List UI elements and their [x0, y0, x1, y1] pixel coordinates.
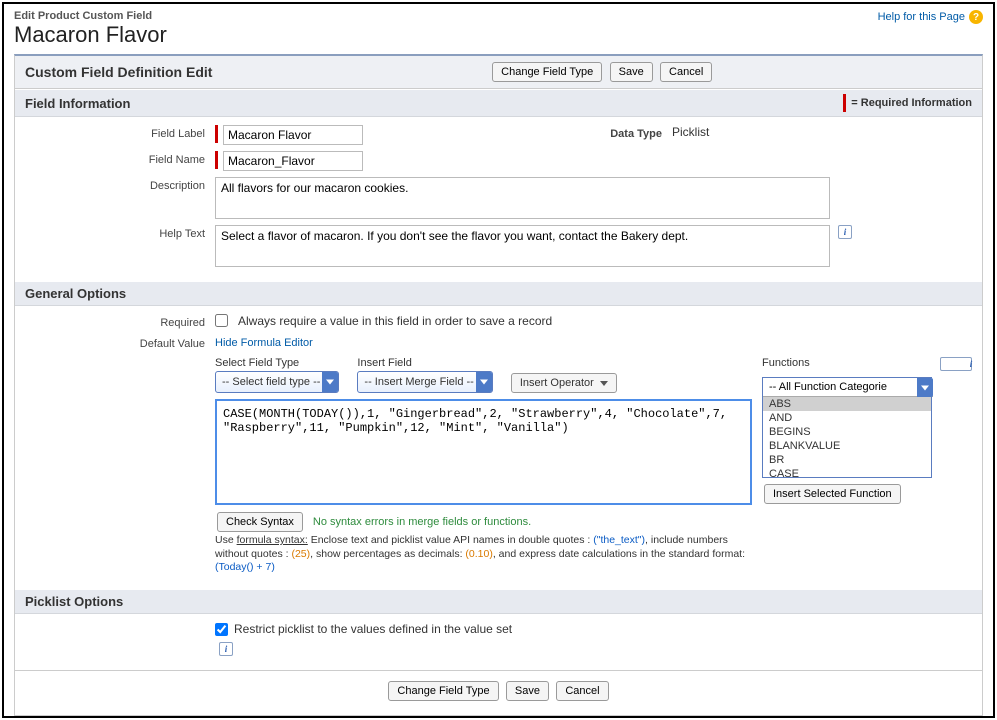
help-link-text: Help for this Page	[878, 11, 965, 23]
label-default-value: Default Value	[25, 335, 215, 350]
field-label-input[interactable]	[223, 125, 363, 145]
insert-operator-button[interactable]: Insert Operator	[511, 373, 617, 393]
save-button[interactable]: Save	[506, 681, 549, 701]
save-button[interactable]: Save	[610, 62, 653, 82]
section-general-options: General Options	[25, 286, 126, 301]
functions-list[interactable]: ABS AND BEGINS BLANKVALUE BR CASE	[763, 397, 931, 477]
formula-textarea[interactable]: CASE(MONTH(TODAY()),1, "Gingerbread",2, …	[215, 399, 752, 505]
label-data-type: Data Type	[592, 125, 672, 140]
function-item[interactable]: AND	[763, 411, 931, 425]
field-name-input[interactable]	[223, 151, 363, 171]
label-field-name: Field Name	[25, 151, 215, 166]
label-description: Description	[25, 177, 215, 192]
help-for-page-link[interactable]: Help for this Page ?	[878, 10, 983, 24]
page-title: Macaron Flavor	[14, 22, 167, 48]
functions-category-select[interactable]: -- All Function Categorie	[763, 378, 933, 397]
required-indicator	[215, 125, 218, 143]
data-type-value: Picklist	[672, 125, 709, 139]
insert-merge-field-dropdown[interactable]: -- Insert Merge Field --	[357, 371, 492, 393]
label-field-label: Field Label	[25, 125, 215, 140]
select-field-type-label: Select Field Type	[215, 357, 339, 369]
cancel-button[interactable]: Cancel	[660, 62, 712, 82]
insert-selected-function-button[interactable]: Insert Selected Function	[764, 484, 901, 504]
functions-label: Functions	[762, 357, 810, 369]
label-required: Required	[25, 314, 215, 329]
restrict-picklist-checkbox[interactable]	[215, 623, 228, 636]
required-legend: = Required Information	[843, 94, 972, 112]
section-picklist-options: Picklist Options	[25, 594, 123, 609]
function-item[interactable]: ABS	[763, 397, 931, 411]
function-item[interactable]: BR	[763, 453, 931, 467]
change-field-type-button[interactable]: Change Field Type	[388, 681, 498, 701]
restrict-picklist-label: Restrict picklist to the values defined …	[234, 622, 512, 636]
hide-formula-editor-link[interactable]: Hide Formula Editor	[215, 337, 313, 349]
function-item[interactable]: BLANKVALUE	[763, 439, 931, 453]
info-icon[interactable]: i	[940, 357, 972, 371]
insert-field-label: Insert Field	[357, 357, 492, 369]
help-text-textarea[interactable]: Select a flavor of macaron. If you don't…	[215, 225, 830, 267]
function-item[interactable]: BEGINS	[763, 425, 931, 439]
breadcrumb: Edit Product Custom Field	[14, 10, 167, 22]
info-icon[interactable]: i	[219, 642, 233, 656]
cancel-button[interactable]: Cancel	[556, 681, 608, 701]
info-icon[interactable]: i	[838, 225, 852, 239]
help-icon: ?	[969, 10, 983, 24]
label-help-text: Help Text	[25, 225, 215, 240]
chevron-down-icon	[600, 381, 608, 386]
syntax-status: No syntax errors in merge fields or func…	[313, 516, 531, 528]
functions-panel: -- All Function Categorie ABS AND BEGINS	[762, 377, 932, 478]
formula-hint: Use formula syntax: Enclose text and pic…	[215, 534, 752, 575]
description-textarea[interactable]: All flavors for our macaron cookies.	[215, 177, 830, 219]
required-indicator	[215, 151, 218, 169]
function-item[interactable]: CASE	[763, 467, 931, 477]
select-field-type-dropdown[interactable]: -- Select field type --	[215, 371, 339, 393]
required-checkbox-label: Always require a value in this field in …	[238, 314, 552, 328]
required-checkbox[interactable]	[215, 314, 228, 327]
section-field-information: Field Information	[25, 96, 130, 111]
check-syntax-button[interactable]: Check Syntax	[217, 512, 303, 532]
pb-title: Custom Field Definition Edit	[25, 64, 212, 80]
change-field-type-button[interactable]: Change Field Type	[492, 62, 602, 82]
